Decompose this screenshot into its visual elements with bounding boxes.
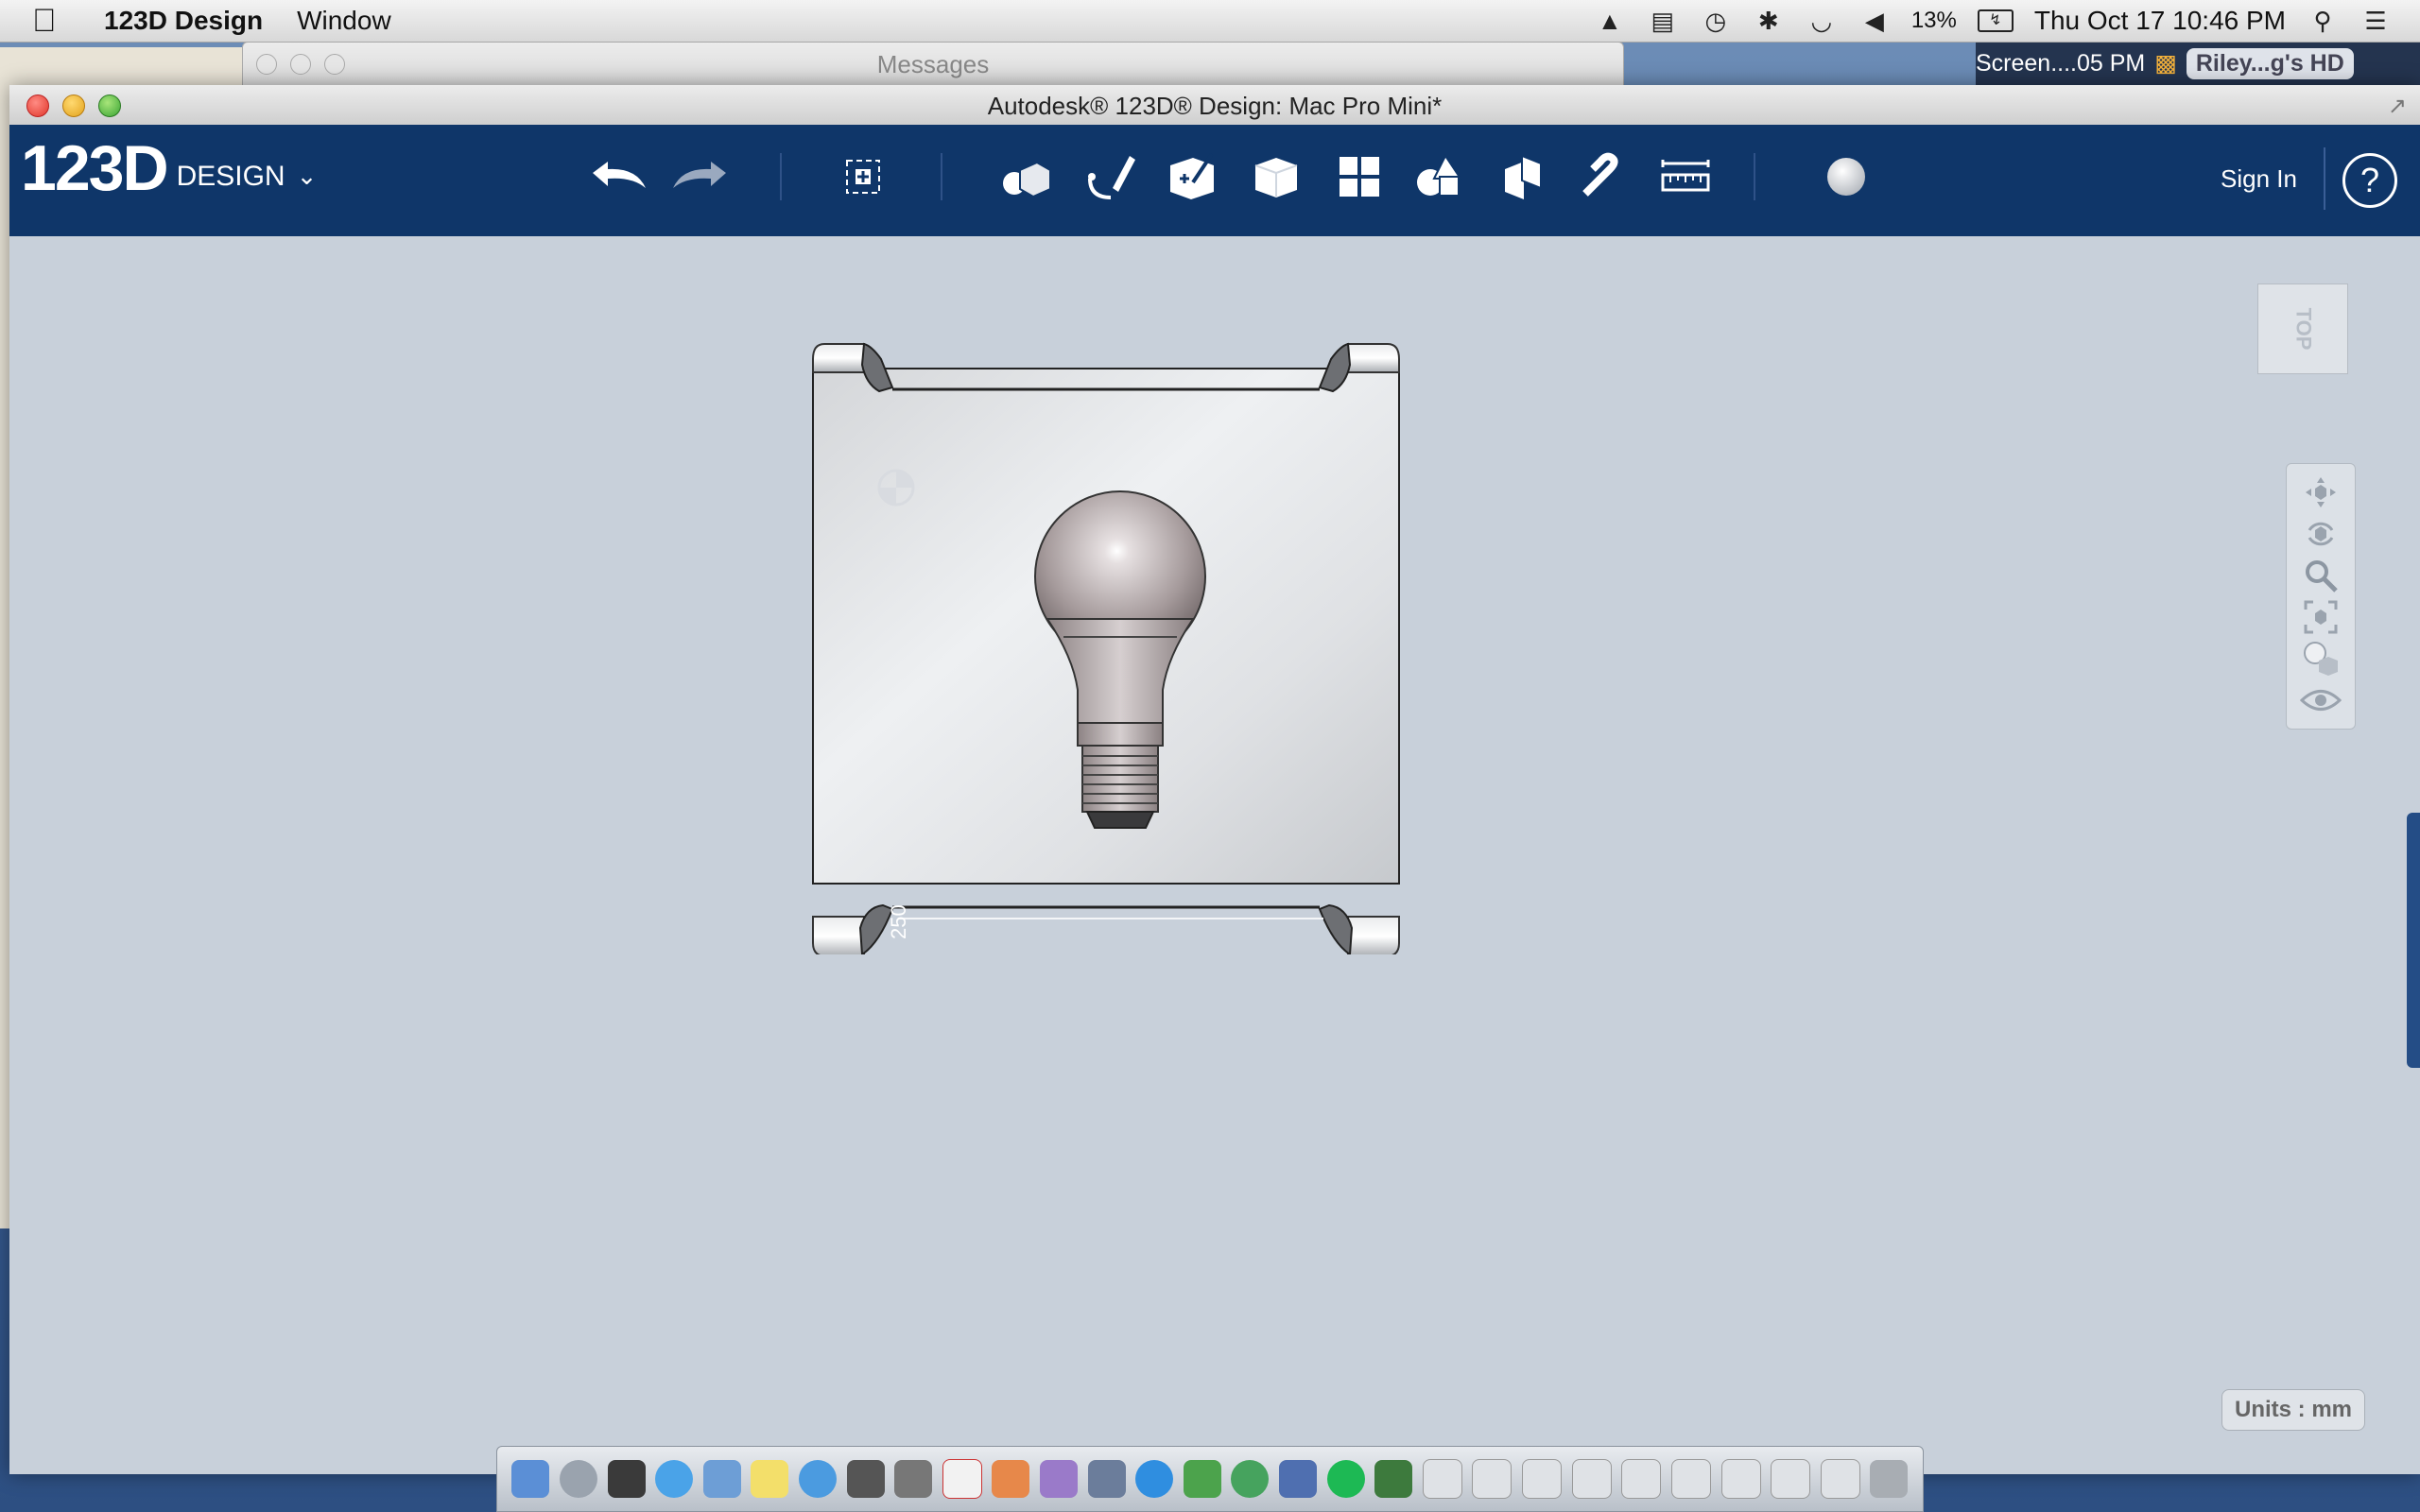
units-button[interactable]: Units : mm [2221, 1389, 2365, 1431]
measure-icon[interactable] [1652, 144, 1719, 210]
messages-window[interactable]: Messages [242, 42, 1624, 87]
navigation-bar [2286, 463, 2356, 730]
material-icon[interactable] [1813, 144, 1879, 210]
toolbar-separator [2324, 147, 2325, 210]
time-machine-icon[interactable]: ◷ [1700, 7, 1732, 35]
launchpad-icon[interactable] [559, 1460, 597, 1498]
battery-icon[interactable]: ↯ [1977, 9, 2014, 32]
fullscreen-icon[interactable]: ↗ [2388, 93, 2407, 120]
battery-percent[interactable]: 13% [1911, 8, 1957, 34]
visual-style-icon[interactable] [2294, 638, 2347, 679]
charts-icon[interactable] [1183, 1460, 1221, 1498]
document-icon[interactable] [1720, 1459, 1761, 1499]
undo-icon[interactable] [586, 144, 652, 210]
notification-center-icon[interactable]: ☰ [2360, 7, 2392, 35]
safari-icon[interactable] [655, 1460, 694, 1498]
window-titlebar[interactable]: Autodesk® 123D® Design: Mac Pro Mini* ↗ [9, 85, 2420, 126]
network-icon[interactable]: ▤ [1647, 7, 1679, 35]
menu-window[interactable]: Window [297, 6, 391, 36]
transform-icon[interactable] [830, 144, 896, 210]
itunes-icon[interactable] [1135, 1460, 1174, 1498]
visibility-icon[interactable] [2294, 679, 2347, 721]
primitives-icon[interactable] [993, 144, 1059, 210]
dock [496, 1446, 1924, 1512]
group-icon[interactable] [1407, 144, 1473, 210]
orbit-icon[interactable] [2294, 513, 2347, 555]
chevron-down-icon: ⌄ [296, 162, 318, 190]
apple-icon[interactable]:  [32, 3, 70, 40]
clock[interactable]: Thu Oct 17 10:46 PM [2034, 6, 2286, 36]
sketch-icon[interactable] [1078, 144, 1144, 210]
photos-icon[interactable] [1087, 1460, 1126, 1498]
snap-icon[interactable] [1569, 144, 1635, 210]
menu-app-name[interactable]: 123D Design [104, 6, 263, 36]
document-icon[interactable] [1422, 1459, 1462, 1499]
preview-icon[interactable] [894, 1460, 933, 1498]
trash-icon[interactable] [1870, 1460, 1909, 1498]
pan-icon[interactable] [2294, 472, 2347, 513]
screenshot-file[interactable]: Screen....05 PM [1976, 50, 2145, 77]
mission-control-icon[interactable] [607, 1460, 646, 1498]
game-icon[interactable] [1374, 1460, 1413, 1498]
presentation-icon[interactable] [992, 1460, 1030, 1498]
redo-icon[interactable] [666, 144, 733, 210]
brand-word: DESIGN [176, 161, 285, 192]
sign-in-button[interactable]: Sign In [2221, 164, 2297, 194]
combine-icon[interactable] [1490, 144, 1556, 210]
document-icon[interactable] [1472, 1459, 1512, 1499]
fit-icon[interactable] [2294, 596, 2347, 638]
menu-bar:  123D Design Window ▲ ▤ ◷ ✱ ◡ ◀ 13% ↯ T… [0, 0, 2420, 43]
side-panel-tab[interactable] [2407, 813, 2420, 1068]
messages-icon[interactable] [798, 1460, 837, 1498]
zoom-icon[interactable] [2294, 555, 2347, 596]
disk-icon[interactable]: ▩ [2154, 49, 2177, 77]
bluetooth-icon[interactable]: ✱ [1753, 7, 1785, 35]
view-cube-label: TOP [2290, 307, 2315, 351]
spotify-icon[interactable] [1326, 1460, 1365, 1498]
app-toolbar: 123D DESIGN ⌄ Sign In ? [9, 125, 2420, 236]
brush-icon[interactable] [1040, 1460, 1078, 1498]
wifi-icon[interactable]: ◡ [1806, 7, 1838, 35]
volume-icon[interactable]: ◀ [1858, 7, 1891, 35]
status-area: ▲ ▤ ◷ ✱ ◡ ◀ 13% ↯ Thu Oct 17 10:46 PM ⚲ … [1594, 0, 2392, 42]
view-cube[interactable]: TOP [2257, 284, 2348, 374]
finder-icon[interactable] [511, 1460, 550, 1498]
document-icon[interactable] [1670, 1459, 1711, 1499]
help-button[interactable]: ? [2342, 153, 2397, 208]
grid-size-label: 250 [887, 904, 910, 939]
toolbar-separator [941, 153, 942, 200]
pattern-icon[interactable] [1326, 144, 1392, 210]
toolbar-separator [780, 153, 782, 200]
app-window: Autodesk® 123D® Design: Mac Pro Mini* ↗ … [9, 85, 2420, 1474]
spotlight-icon[interactable]: ⚲ [2307, 7, 2339, 35]
finder-desktop-items: Screen....05 PM ▩ Riley...g's HD [1976, 42, 2420, 85]
hard-disk-label[interactable]: Riley...g's HD [2186, 47, 2354, 79]
mac-pro-model[interactable]: 250 [794, 293, 1834, 954]
sync-icon[interactable] [1231, 1460, 1270, 1498]
mail-icon[interactable] [702, 1460, 741, 1498]
hat-icon[interactable]: ▲ [1594, 7, 1626, 35]
toolbar-separator [1754, 153, 1755, 200]
document-icon[interactable] [1522, 1459, 1563, 1499]
app-store-icon[interactable] [1279, 1460, 1318, 1498]
messages-title: Messages [876, 50, 990, 78]
construct-icon[interactable] [1158, 144, 1224, 210]
document-icon[interactable] [1820, 1459, 1860, 1499]
3d-viewport[interactable]: 250 TOP Units : mm [9, 236, 2420, 1474]
document-icon[interactable] [1771, 1459, 1811, 1499]
facetime-icon[interactable] [846, 1460, 885, 1498]
modify-icon[interactable] [1243, 144, 1309, 210]
document-icon[interactable] [1571, 1459, 1612, 1499]
calendar-icon[interactable] [942, 1459, 982, 1499]
app-menu-button[interactable]: 123D DESIGN ⌄ [21, 136, 317, 200]
brand-logo: 123D [21, 132, 169, 204]
window-title: Autodesk® 123D® Design: Mac Pro Mini* [987, 92, 1443, 120]
notes-icon[interactable] [751, 1460, 789, 1498]
document-icon[interactable] [1621, 1459, 1662, 1499]
